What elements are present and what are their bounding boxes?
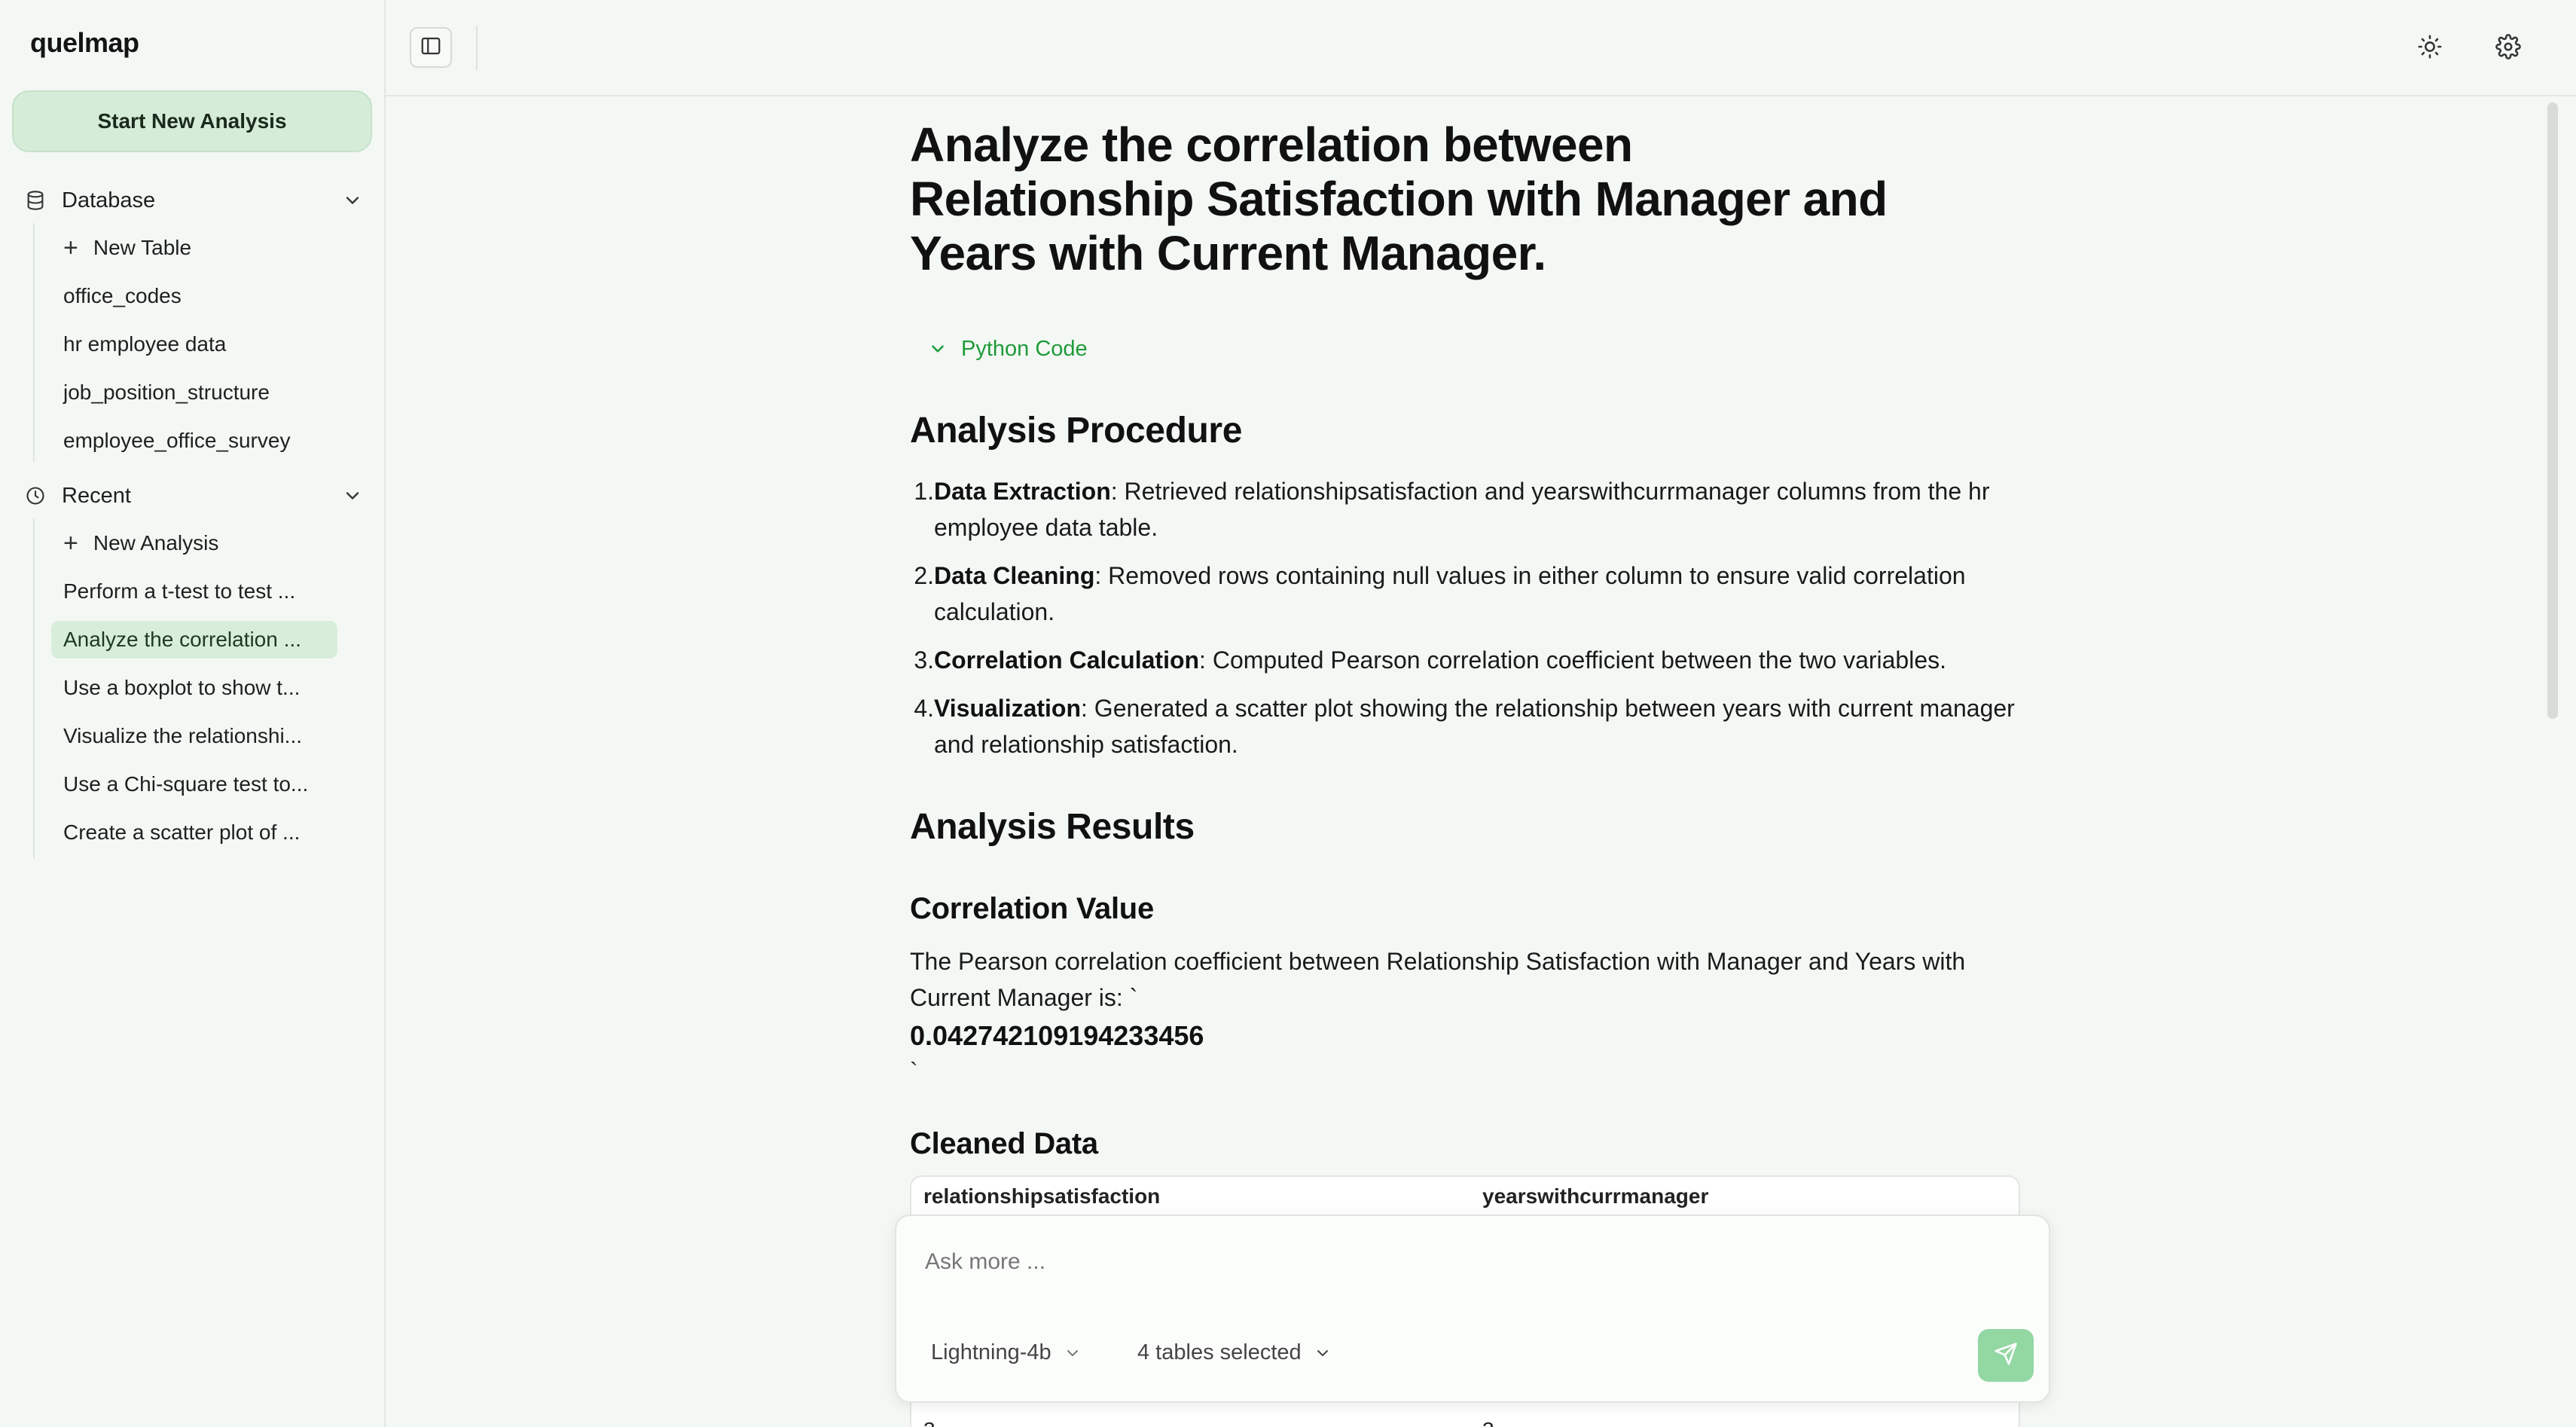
step-number: 1. xyxy=(914,478,934,505)
step-body: Visualization: Generated a scatter plot … xyxy=(934,690,2026,762)
step-body: Correlation Calculation: Computed Pearso… xyxy=(934,642,2026,678)
clock-icon xyxy=(24,484,47,507)
sidebar-item-table[interactable]: job_position_structure xyxy=(51,374,282,411)
recent-section-label: Recent xyxy=(62,483,131,508)
new-table-label: New Table xyxy=(93,236,192,259)
plus-icon: + xyxy=(63,529,78,558)
correlation-description: The Pearson correlation coefficient betw… xyxy=(910,948,1966,1011)
sidebar-item-recent[interactable]: Create a scatter plot of ... xyxy=(51,814,312,851)
correlation-heading: Correlation Value xyxy=(910,892,1154,925)
model-selector-label: Lightning-4b xyxy=(931,1340,1051,1364)
table-selector-label: 4 tables selected xyxy=(1137,1340,1302,1364)
chat-input-panel: Lightning-4b 4 tables selected xyxy=(895,1215,2050,1403)
step-number: 3. xyxy=(914,646,934,674)
step-title: Data Cleaning xyxy=(934,562,1095,589)
step-text: : Computed Pearson correlation coefficie… xyxy=(1199,646,1947,674)
sun-icon xyxy=(2417,34,2443,63)
step-title: Data Extraction xyxy=(934,478,1111,505)
app-logo: quelmap xyxy=(30,27,139,58)
toolbar-divider xyxy=(476,26,478,71)
sidebar-item-table[interactable]: office_codes xyxy=(51,277,194,315)
sidebar-item-table[interactable]: employee_office_survey xyxy=(51,422,302,460)
sidebar-item-table[interactable]: hr employee data xyxy=(51,325,238,363)
python-code-toggle[interactable]: Python Code xyxy=(928,332,1088,366)
send-button[interactable] xyxy=(1978,1329,2034,1382)
database-section-label: Database xyxy=(62,188,156,212)
sidebar-item-recent[interactable]: Perform a t-test to test ... xyxy=(51,573,307,610)
table-header-cell: yearswithcurrmanager xyxy=(1482,1184,1709,1208)
theme-toggle-button[interactable] xyxy=(2412,30,2448,66)
sidebar-item-recent[interactable]: Use a boxplot to show t... xyxy=(51,669,312,707)
new-analysis-label: New Analysis xyxy=(93,531,219,555)
send-icon xyxy=(1994,1342,2018,1370)
gear-icon xyxy=(2495,33,2521,63)
chevron-down-icon xyxy=(1064,1343,1082,1361)
chevron-down-icon xyxy=(928,339,948,359)
sidebar-panel-icon xyxy=(420,35,442,61)
procedure-step: 4. Visualization: Generated a scatter pl… xyxy=(910,690,2025,762)
sidebar-toggle-button[interactable] xyxy=(410,27,452,68)
settings-button[interactable] xyxy=(2490,30,2526,66)
cleaned-data-heading: Cleaned Data xyxy=(910,1127,1098,1160)
correlation-value: 0.042742109194233456 xyxy=(910,1020,1204,1051)
new-table-button[interactable]: + New Table xyxy=(51,229,203,267)
ask-more-input[interactable] xyxy=(925,1243,1979,1281)
step-body: Data Extraction: Retrieved relationships… xyxy=(934,473,2026,545)
table-header-cell: relationshipsatisfaction xyxy=(923,1184,1161,1208)
python-code-label: Python Code xyxy=(961,336,1088,361)
table-selector[interactable]: 4 tables selected xyxy=(1131,1334,1338,1371)
step-body: Data Cleaning: Removed rows containing n… xyxy=(934,558,2026,630)
start-new-analysis-button[interactable]: Start New Analysis xyxy=(12,90,372,152)
step-text: : Generated a scatter plot showing the r… xyxy=(934,695,2015,758)
recent-tree: + New Analysis Perform a t-test to test … xyxy=(33,518,337,859)
page-title: Analyze the correlation between Relation… xyxy=(910,118,1888,280)
database-section-header[interactable]: Database xyxy=(24,181,363,220)
scrollbar-thumb[interactable] xyxy=(2547,102,2558,719)
sidebar: quelmap Start New Analysis Database + Ne… xyxy=(0,0,386,1427)
sidebar-item-recent[interactable]: Visualize the relationshi... xyxy=(51,717,314,755)
plus-icon: + xyxy=(63,234,78,262)
top-bar xyxy=(386,0,2576,96)
procedure-step: 1. Data Extraction: Retrieved relationsh… xyxy=(910,473,2025,545)
table-cell: 3 xyxy=(1482,1418,1494,1427)
table-cell: 3 xyxy=(923,1418,935,1427)
model-selector[interactable]: Lightning-4b xyxy=(925,1334,1088,1371)
procedure-heading: Analysis Procedure xyxy=(910,411,1242,451)
step-number: 2. xyxy=(914,562,934,589)
correlation-backtick: ` xyxy=(910,1058,918,1085)
procedure-step: 3. Correlation Calculation: Computed Pea… xyxy=(910,642,2025,678)
chevron-down-icon xyxy=(1314,1343,1332,1361)
recent-section-header[interactable]: Recent xyxy=(24,476,363,515)
step-title: Visualization xyxy=(934,695,1082,722)
database-icon xyxy=(24,189,47,212)
new-analysis-button[interactable]: + New Analysis xyxy=(51,524,230,562)
sidebar-item-recent-active[interactable]: Analyze the correlation ... xyxy=(51,621,337,658)
procedure-step: 2. Data Cleaning: Removed rows containin… xyxy=(910,558,2025,630)
step-number: 4. xyxy=(914,695,934,722)
chevron-down-icon xyxy=(342,190,363,211)
step-title: Correlation Calculation xyxy=(934,646,1200,674)
sidebar-item-recent[interactable]: Use a Chi-square test to... xyxy=(51,765,320,803)
database-tree: + New Table office_codes hr employee dat… xyxy=(33,223,290,463)
chevron-down-icon xyxy=(342,485,363,506)
results-heading: Analysis Results xyxy=(910,807,1195,847)
